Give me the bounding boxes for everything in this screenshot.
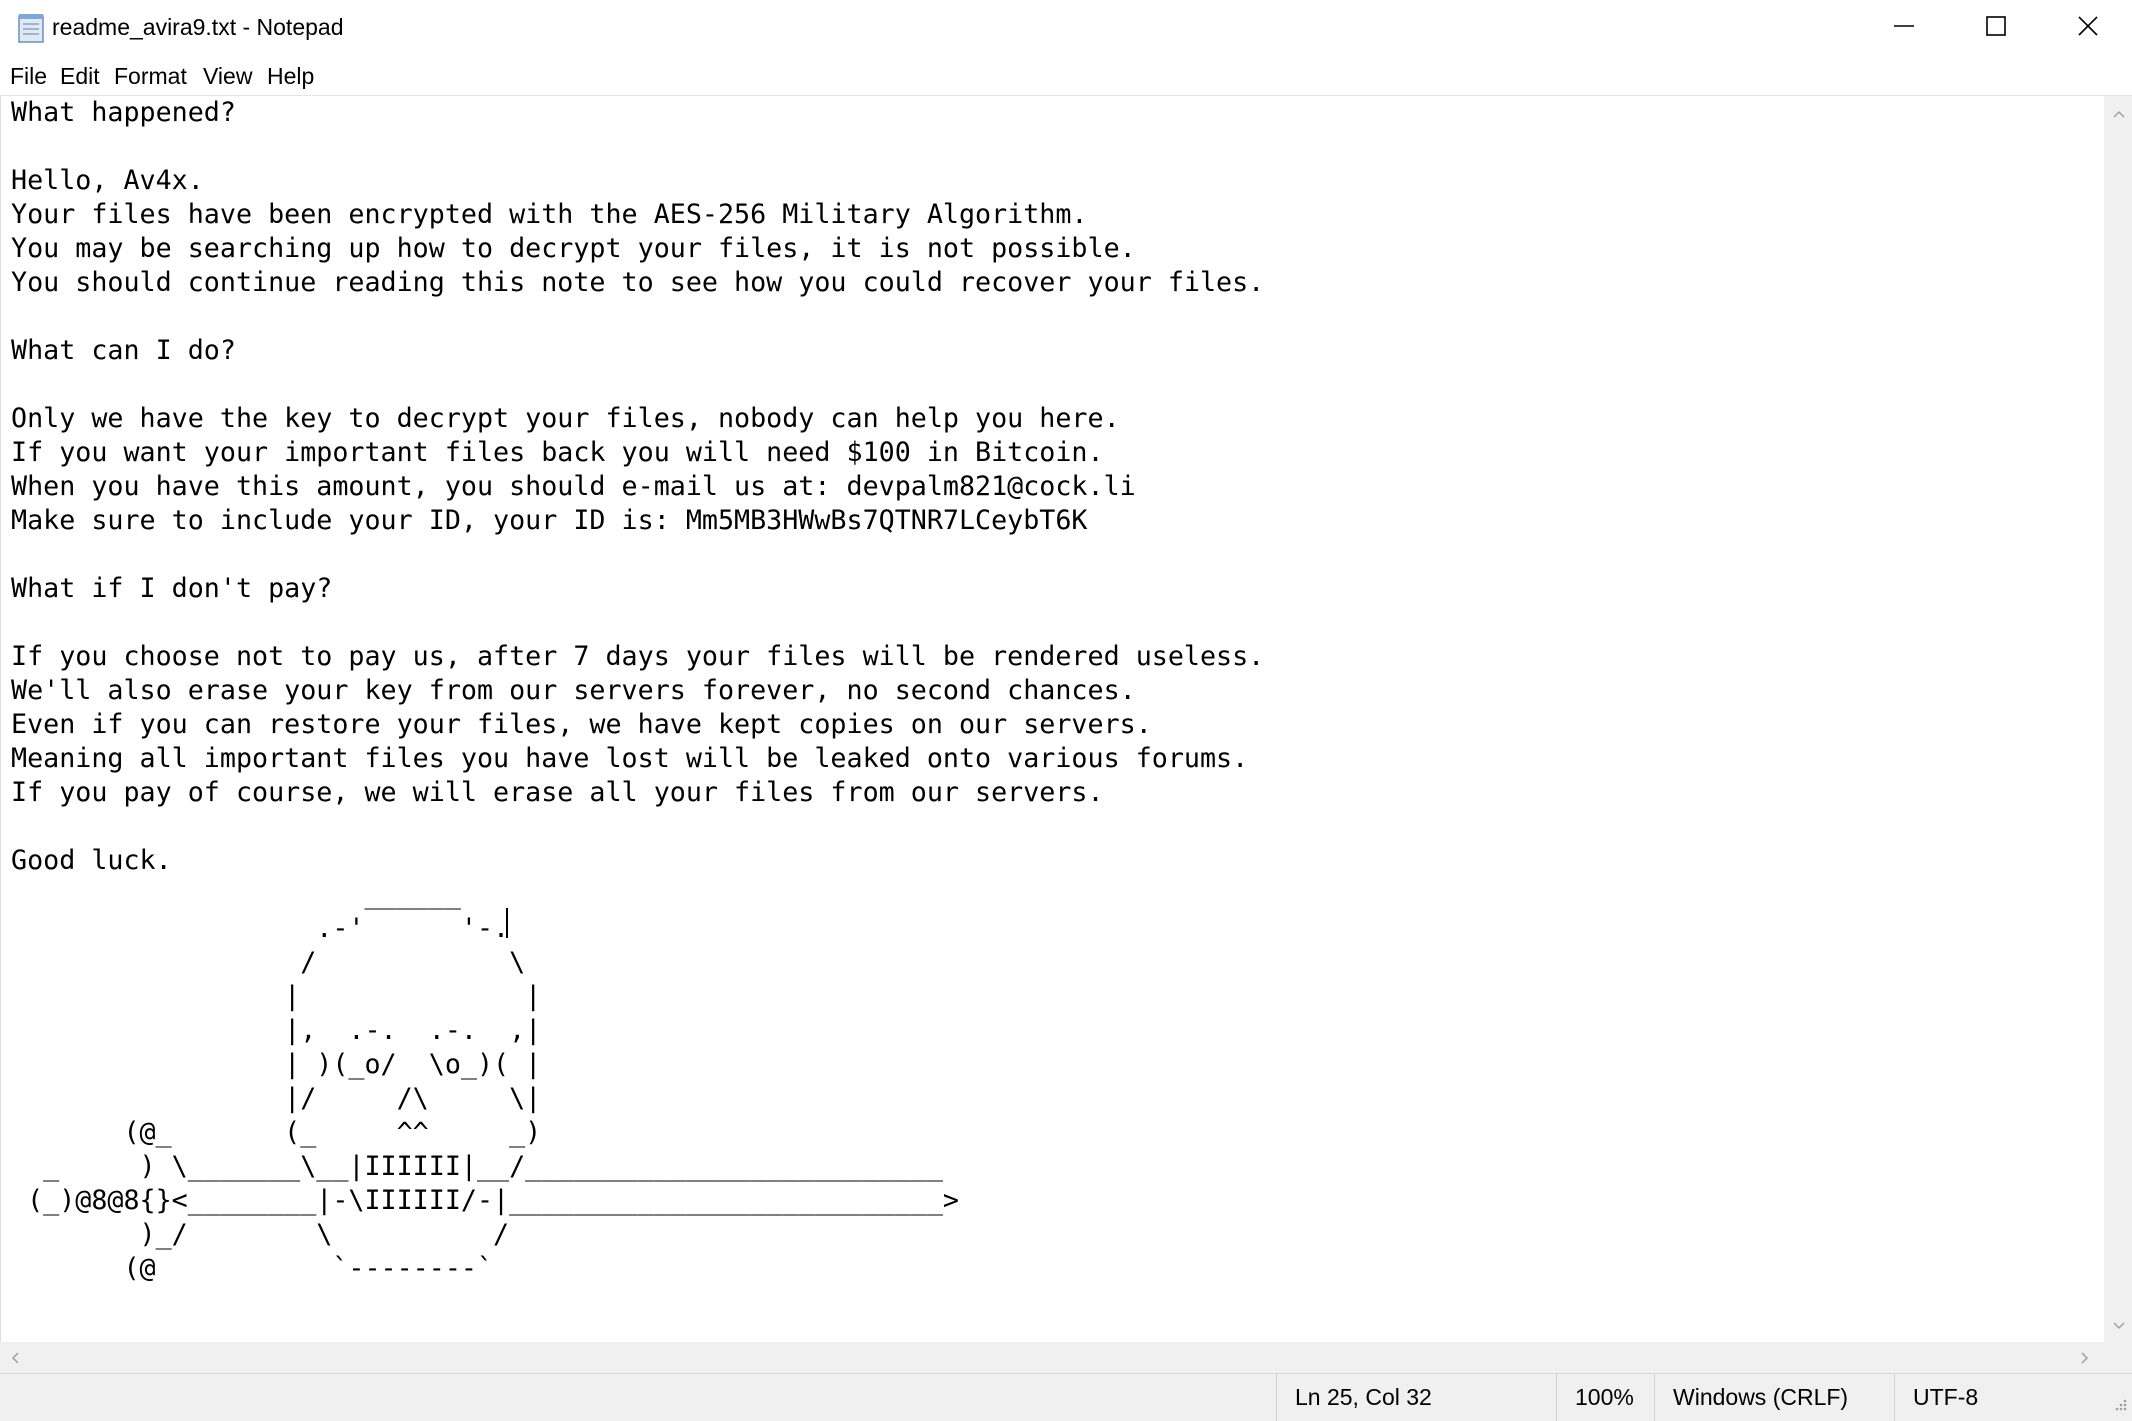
menu-format[interactable]: Format: [114, 63, 187, 90]
menu-bar: File Edit Format View Help: [0, 57, 2132, 96]
scroll-up-icon[interactable]: [2112, 106, 2126, 124]
close-icon: [2077, 15, 2099, 42]
status-bar: Ln 25, Col 32 100% Windows (CRLF) UTF-8: [0, 1373, 2132, 1421]
menu-view[interactable]: View: [203, 63, 252, 90]
minimize-button[interactable]: [1858, 0, 1950, 57]
maximize-button[interactable]: [1950, 0, 2042, 57]
close-button[interactable]: [2042, 0, 2132, 57]
text-caret: [506, 908, 508, 938]
menu-help[interactable]: Help: [267, 63, 314, 90]
status-encoding: UTF-8: [1894, 1374, 2094, 1421]
resize-grip-icon[interactable]: [2112, 1396, 2128, 1417]
horizontal-scrollbar[interactable]: [0, 1342, 2104, 1373]
menu-file[interactable]: File: [10, 63, 47, 90]
status-line-endings: Windows (CRLF): [1654, 1374, 1894, 1421]
notepad-icon: [16, 12, 46, 44]
window-title: readme_avira9.txt - Notepad: [52, 14, 344, 40]
scrollbar-corner: [2104, 1342, 2132, 1373]
status-position: Ln 25, Col 32: [1276, 1374, 1556, 1421]
editor-content[interactable]: What happened? Hello, Av4x. Your files h…: [11, 96, 1264, 1286]
menu-edit[interactable]: Edit: [60, 63, 100, 90]
scroll-right-icon[interactable]: [2080, 1351, 2090, 1370]
scroll-left-icon[interactable]: [10, 1351, 20, 1370]
title-bar: readme_avira9.txt - Notepad: [0, 0, 2132, 57]
text-editor[interactable]: What happened? Hello, Av4x. Your files h…: [0, 96, 2105, 1342]
scroll-down-icon[interactable]: [2112, 1318, 2126, 1336]
maximize-icon: [1985, 15, 2007, 42]
minimize-icon: [1893, 15, 1915, 42]
vertical-scrollbar[interactable]: [2104, 96, 2132, 1342]
status-zoom: 100%: [1556, 1374, 1654, 1421]
